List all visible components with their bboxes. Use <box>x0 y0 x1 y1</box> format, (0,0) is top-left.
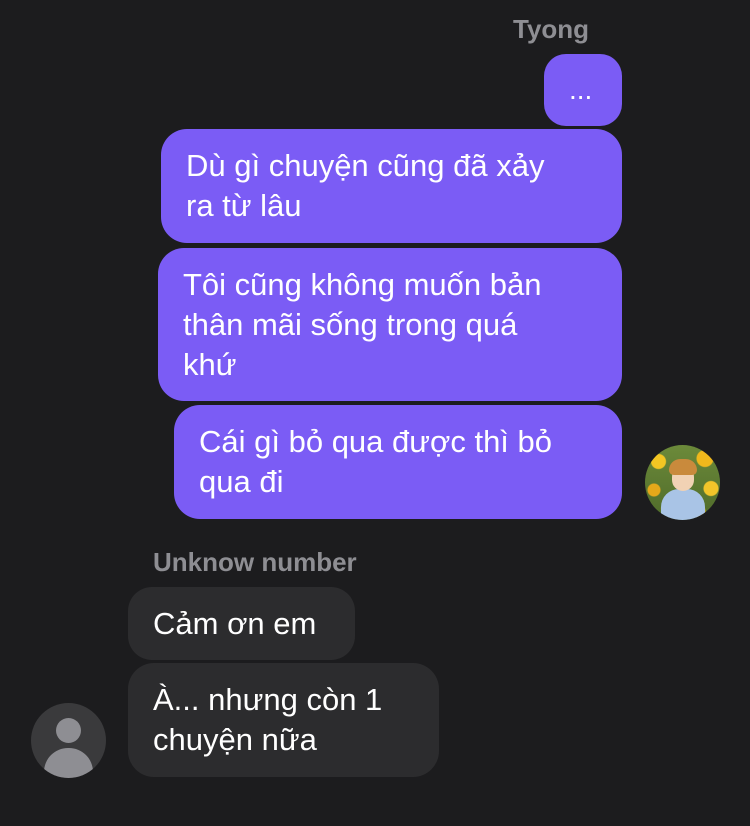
message-bubble-incoming[interactable]: Cảm ơn em <box>128 587 355 660</box>
chat-screen: Tyong ... Dù gì chuyện cũng đã xảy ra từ… <box>0 0 750 826</box>
avatar-shirt <box>661 489 705 520</box>
default-person-icon[interactable] <box>31 703 106 778</box>
person-head-shape <box>56 718 81 743</box>
sender-name-outgoing: Tyong <box>513 14 590 44</box>
message-bubble-incoming[interactable]: À... nhưng còn 1 chuyện nữa <box>128 663 439 777</box>
message-bubble-outgoing[interactable]: Dù gì chuyện cũng đã xảy ra từ lâu <box>161 129 622 243</box>
sender-name-incoming: Unknow number <box>153 547 357 577</box>
avatar-hair <box>669 459 697 475</box>
person-body-shape <box>44 748 93 778</box>
message-bubble-outgoing[interactable]: ... <box>544 54 622 126</box>
profile-photo-icon[interactable] <box>645 445 720 520</box>
message-bubble-outgoing[interactable]: Tôi cũng không muốn bản thân mãi sống tr… <box>158 248 622 401</box>
message-bubble-outgoing[interactable]: Cái gì bỏ qua được thì bỏ qua đi <box>174 405 622 519</box>
